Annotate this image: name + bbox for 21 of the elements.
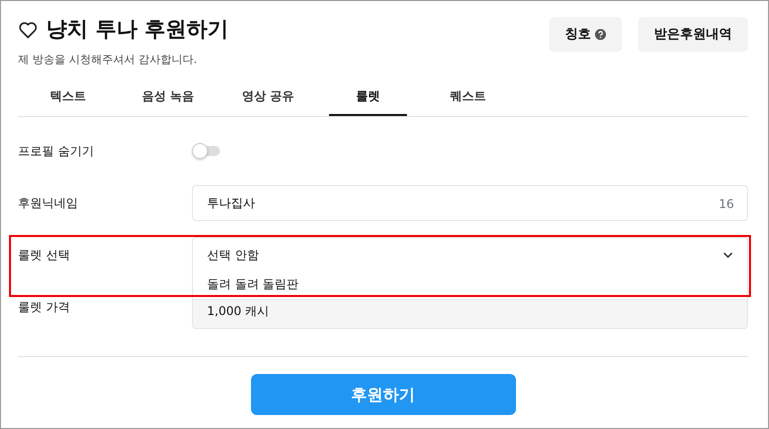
tab[interactable]: 퀘스트: [418, 87, 518, 116]
page-title: 냥치 투나 후원하기: [46, 17, 229, 42]
select-value: 선택 안함: [207, 246, 259, 264]
field-label: 룰렛 선택: [18, 247, 71, 264]
tab[interactable]: 룰렛: [329, 87, 407, 116]
character-counter: 16: [718, 196, 734, 213]
field-label: 룰렛 가격: [18, 299, 71, 316]
heart-icon[interactable]: [18, 20, 38, 39]
field-label: 후원닉네임: [18, 195, 79, 212]
field-label: 프로필 숨기기: [18, 143, 95, 160]
dropdown-option[interactable]: 돌려 돌려 돌림판: [207, 275, 733, 293]
subtitle: 제 방송을 시청해주셔서 감사합니다.: [18, 52, 198, 68]
donation-history-button[interactable]: 받은후원내역: [638, 17, 748, 52]
toggle-switch[interactable]: [192, 143, 220, 159]
title-button[interactable]: 칭호: [549, 17, 622, 52]
chevron-down-icon: [723, 252, 733, 258]
tab[interactable]: 영상 공유: [218, 87, 318, 116]
roulette-select[interactable]: 선택 안함: [192, 237, 748, 271]
help-icon: [595, 29, 606, 40]
tab[interactable]: 텍스트: [18, 87, 118, 116]
tab[interactable]: 음성 녹음: [118, 87, 218, 116]
